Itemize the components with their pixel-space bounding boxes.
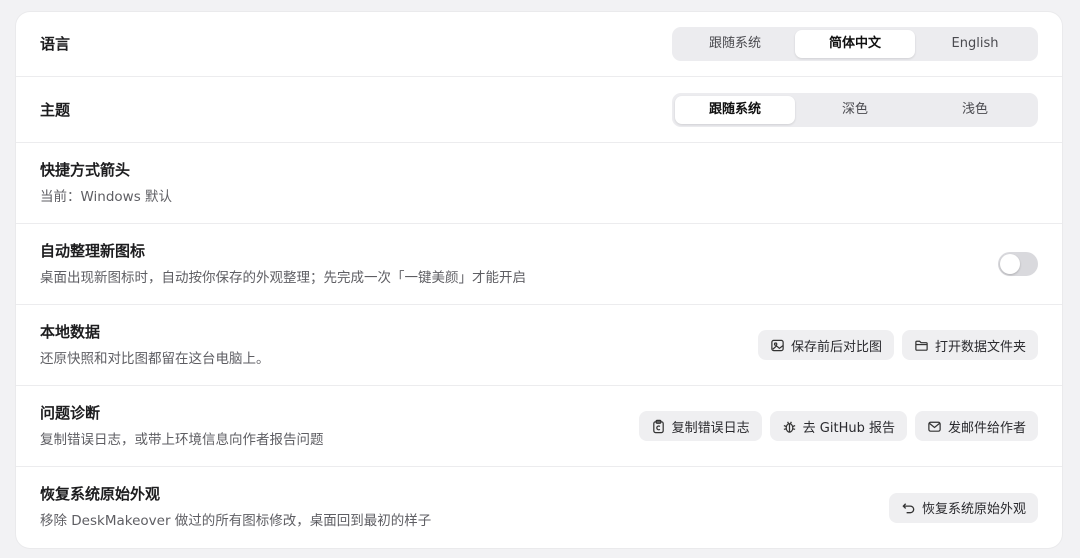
restore-row: 恢复系统原始外观 移除 DeskMakeover 做过的所有图标修改，桌面回到最… bbox=[16, 467, 1062, 548]
shortcut-arrow-title: 快捷方式箭头 bbox=[40, 160, 131, 179]
folder-icon bbox=[915, 340, 928, 351]
theme-option-dark[interactable]: 深色 bbox=[795, 96, 915, 124]
theme-option-light[interactable]: 浅色 bbox=[915, 96, 1035, 124]
copy-error-log-label: 复制错误日志 bbox=[671, 420, 750, 436]
toggle-knob bbox=[1000, 254, 1020, 274]
diagnostics-desc: 复制错误日志，或带上环境信息向作者报告问题 bbox=[40, 431, 324, 448]
theme-segmented-control: 跟随系统 深色 浅色 bbox=[672, 92, 1038, 127]
open-data-folder-label: 打开数据文件夹 bbox=[934, 339, 1026, 355]
github-report-label: 去 GitHub 报告 bbox=[802, 420, 895, 436]
shortcut-arrow-row[interactable]: 快捷方式箭头 当前：Windows 默认 bbox=[16, 143, 1062, 224]
local-data-row: 本地数据 还原快照和对比图都留在这台电脑上。 保存前后对比图 打开数据文件夹 bbox=[16, 305, 1062, 386]
open-data-folder-button[interactable]: 打开数据文件夹 bbox=[901, 330, 1038, 360]
theme-row: 主题 跟随系统 深色 浅色 bbox=[16, 77, 1062, 143]
restore-original-label: 恢复系统原始外观 bbox=[921, 502, 1026, 517]
auto-arrange-row: 自动整理新图标 桌面出现新图标时，自动按你保存的外观整理；先完成一次「一键美颜」… bbox=[16, 224, 1062, 305]
clipboard-icon bbox=[652, 419, 664, 433]
settings-card: 语言 跟随系统 简体中文 English 主题 跟随系统 深色 浅色 快捷方式箭… bbox=[16, 12, 1062, 548]
diagnostics-row: 问题诊断 复制错误日志，或带上环境信息向作者报告问题 复制错误日志 去 GitH… bbox=[16, 386, 1062, 467]
language-row: 语言 跟随系统 简体中文 English bbox=[16, 12, 1062, 77]
undo-icon bbox=[902, 503, 915, 514]
diagnostics-title: 问题诊断 bbox=[40, 403, 101, 422]
local-data-title: 本地数据 bbox=[40, 322, 101, 341]
restore-desc: 移除 DeskMakeover 做过的所有图标修改，桌面回到最初的样子 bbox=[40, 513, 432, 529]
restore-original-button[interactable]: 恢复系统原始外观 bbox=[888, 492, 1038, 523]
email-author-label: 发邮件给作者 bbox=[947, 420, 1026, 436]
language-title: 语言 bbox=[40, 35, 71, 53]
language-segmented-control: 跟随系统 简体中文 English bbox=[672, 27, 1038, 61]
language-option-zh[interactable]: 简体中文 bbox=[795, 30, 915, 58]
save-compare-button[interactable]: 保存前后对比图 bbox=[757, 330, 894, 360]
theme-title: 主题 bbox=[40, 100, 71, 119]
restore-title: 恢复系统原始外观 bbox=[40, 485, 161, 503]
local-data-desc: 还原快照和对比图都留在这台电脑上。 bbox=[40, 350, 270, 367]
auto-arrange-desc: 桌面出现新图标时，自动按你保存的外观整理；先完成一次「一键美颜」才能开启 bbox=[40, 269, 526, 286]
mail-icon bbox=[928, 421, 941, 432]
github-report-button[interactable]: 去 GitHub 报告 bbox=[769, 411, 907, 441]
email-author-button[interactable]: 发邮件给作者 bbox=[914, 411, 1038, 441]
language-option-system[interactable]: 跟随系统 bbox=[675, 30, 795, 58]
theme-option-system[interactable]: 跟随系统 bbox=[675, 95, 795, 124]
image-compare-icon bbox=[771, 339, 784, 351]
save-compare-label: 保存前后对比图 bbox=[790, 339, 882, 355]
auto-arrange-title: 自动整理新图标 bbox=[40, 241, 146, 260]
shortcut-arrow-desc: 当前：Windows 默认 bbox=[40, 188, 173, 205]
copy-error-log-button[interactable]: 复制错误日志 bbox=[638, 411, 762, 441]
language-option-en[interactable]: English bbox=[915, 30, 1035, 58]
auto-arrange-toggle[interactable] bbox=[998, 252, 1038, 276]
bug-icon bbox=[783, 421, 796, 433]
